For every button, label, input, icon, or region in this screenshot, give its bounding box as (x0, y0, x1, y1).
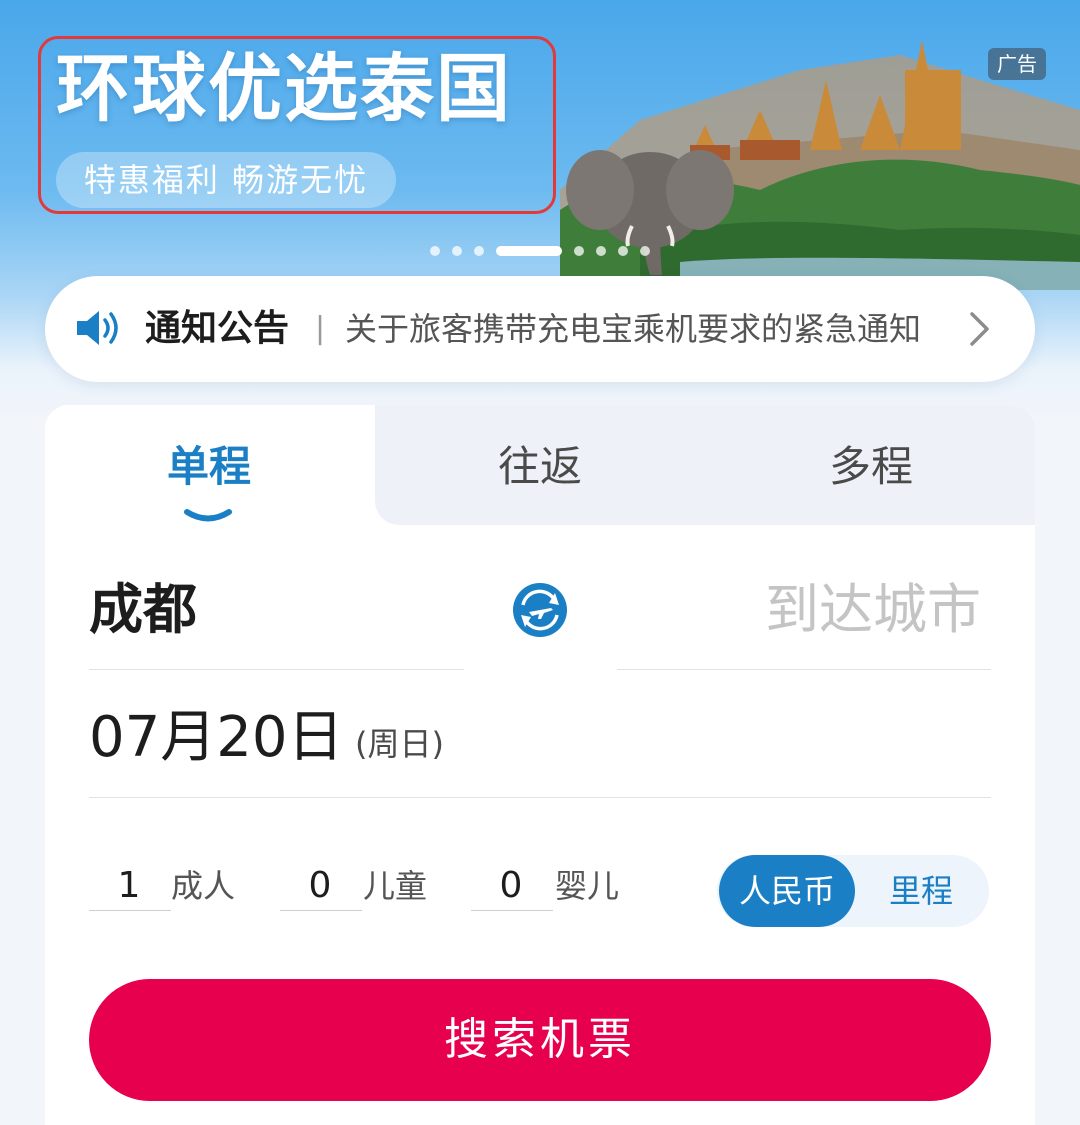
child-count[interactable]: 0 (280, 861, 360, 911)
carousel-dot-active[interactable] (496, 246, 562, 256)
carousel-dot[interactable] (618, 246, 628, 256)
active-tab-indicator (184, 509, 232, 522)
input-underline (280, 910, 362, 911)
infant-label: 婴儿 (555, 867, 620, 905)
departure-date[interactable]: 07月20日 (89, 703, 344, 773)
toggle-option-rmb[interactable]: 人民币 (719, 855, 855, 927)
chevron-right-icon[interactable] (967, 310, 993, 348)
ad-badge: 广告 (988, 48, 1046, 80)
adult-count[interactable]: 1 (89, 861, 169, 911)
banner-subtitle: 特惠福利 畅游无忧 (56, 152, 396, 208)
notice-headline-link[interactable]: 关于旅客携带充电宝乘机要求的紧急通知 (345, 304, 945, 354)
tab-multi-city[interactable]: 多程 (771, 439, 971, 495)
divider (89, 669, 464, 670)
tab-round-trip[interactable]: 往返 (440, 439, 640, 495)
carousel-dot[interactable] (640, 246, 650, 256)
input-underline (89, 910, 171, 911)
tab-one-way[interactable]: 单程 (109, 439, 309, 495)
notice-bar[interactable]: 通知公告 | 关于旅客携带充电宝乘机要求的紧急通知 (45, 276, 1035, 382)
departure-weekday: (周日) (355, 725, 444, 763)
flight-search-card: 单程 往返 多程 成都 到达城市 07月20日 (周日) 1 成人 0 儿童 0… (45, 405, 1035, 1125)
departure-city[interactable]: 成都 (89, 575, 197, 645)
plane-swap-icon[interactable] (511, 581, 569, 639)
carousel-dot[interactable] (452, 246, 462, 256)
carousel-dot[interactable] (596, 246, 606, 256)
infant-count[interactable]: 0 (471, 861, 551, 911)
divider (89, 797, 991, 798)
banner-title: 环球优选泰国 (56, 46, 512, 132)
toggle-option-miles[interactable]: 里程 (853, 855, 989, 927)
speaker-icon (77, 311, 118, 345)
adult-label: 成人 (171, 867, 236, 905)
search-flights-button[interactable]: 搜索机票 (89, 979, 991, 1101)
carousel-dot[interactable] (430, 246, 440, 256)
divider (617, 669, 991, 670)
child-label: 儿童 (363, 867, 428, 905)
arrival-city-input[interactable]: 到达城市 (765, 575, 981, 645)
notice-label: 通知公告 (145, 308, 290, 349)
input-underline (471, 910, 553, 911)
carousel-dot[interactable] (474, 246, 484, 256)
carousel-dot[interactable] (574, 246, 584, 256)
notice-separator: | (315, 311, 326, 346)
payment-type-toggle: 人民币 里程 (717, 855, 989, 927)
